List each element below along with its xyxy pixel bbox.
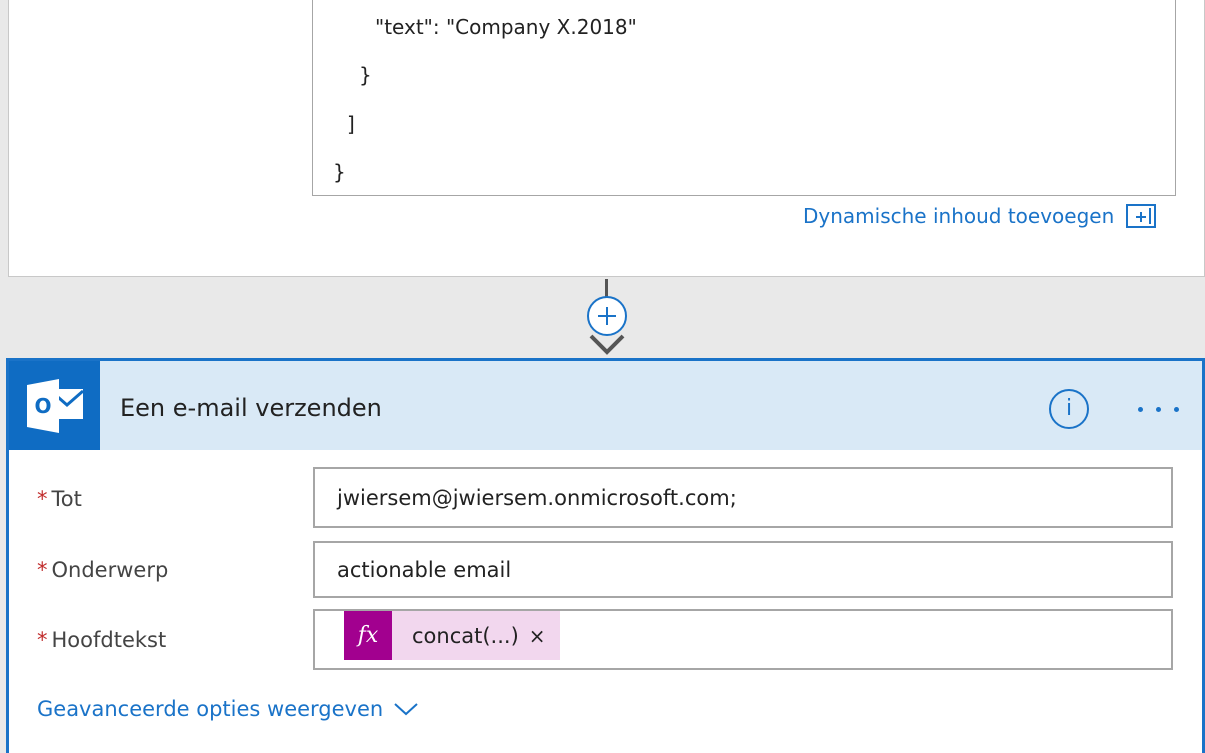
- remove-token-icon[interactable]: ×: [529, 624, 560, 648]
- subject-field-value: actionable email: [337, 557, 512, 582]
- outlook-icon: O: [9, 361, 100, 450]
- required-marker: *: [37, 628, 48, 652]
- body-field[interactable]: fx concat(...) ×: [313, 609, 1173, 670]
- info-icon[interactable]: i: [1049, 389, 1089, 429]
- outlook-letter: O: [34, 394, 51, 418]
- code-line: }: [359, 63, 372, 87]
- body-field-label: * Hoofdtekst: [37, 628, 167, 652]
- subject-field[interactable]: actionable email: [313, 541, 1173, 598]
- to-field-value: jwiersem@jwiersem.onmicrosoft.com;: [337, 485, 737, 510]
- chevron-down-icon: [394, 703, 418, 716]
- token-label: concat(...): [412, 623, 519, 648]
- code-line: ]: [347, 112, 355, 136]
- more-options-icon[interactable]: [1136, 397, 1184, 421]
- add-dynamic-content-label: Dynamische inhoud toevoegen: [803, 204, 1115, 228]
- insert-step-button[interactable]: [587, 296, 627, 336]
- code-line: "text": "Company X.2018": [375, 15, 637, 39]
- previous-action-card: "text": "Company X.2018" } ] } Dynamisch…: [8, 0, 1205, 277]
- arrow-down-icon: [589, 334, 625, 355]
- add-dynamic-content-icon: [1126, 204, 1157, 228]
- add-dynamic-content-link[interactable]: Dynamische inhoud toevoegen: [803, 204, 1157, 228]
- body-code-editor[interactable]: "text": "Company X.2018" } ] }: [312, 0, 1176, 196]
- expression-token[interactable]: fx concat(...) ×: [344, 611, 560, 660]
- code-line: }: [333, 160, 346, 184]
- to-field[interactable]: jwiersem@jwiersem.onmicrosoft.com;: [313, 467, 1173, 528]
- advanced-options-label: Geavanceerde opties weergeven: [37, 697, 384, 721]
- function-icon: fx: [344, 611, 392, 660]
- send-email-action-card: O Een e-mail verzenden i * Tot jwiersem@j…: [6, 358, 1205, 753]
- action-header[interactable]: O Een e-mail verzenden i: [9, 361, 1202, 450]
- show-advanced-options-link[interactable]: Geavanceerde opties weergeven: [37, 697, 419, 721]
- required-marker: *: [37, 558, 48, 582]
- to-field-label: * Tot: [37, 487, 82, 511]
- action-title: Een e-mail verzenden: [120, 394, 382, 422]
- required-marker: *: [37, 487, 48, 511]
- subject-field-label: * Onderwerp: [37, 558, 169, 582]
